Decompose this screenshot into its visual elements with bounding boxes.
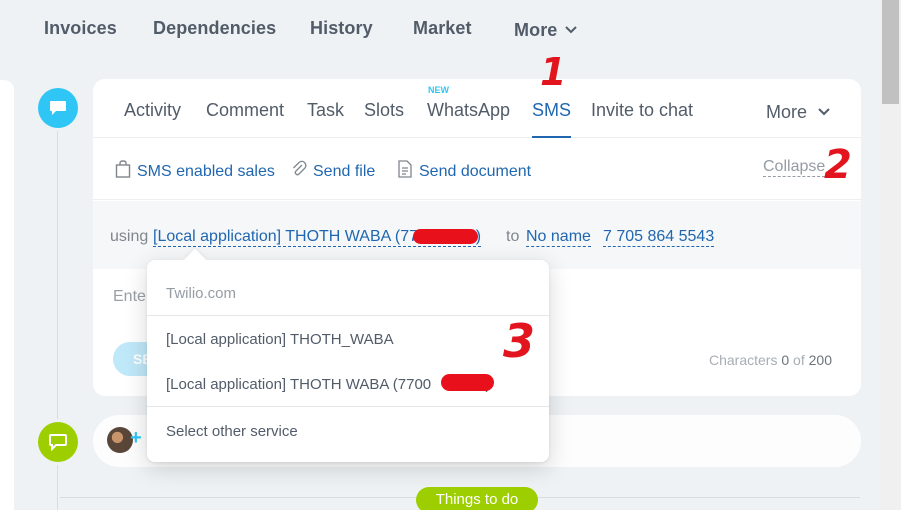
send-file-button[interactable]: Send file <box>291 160 375 183</box>
tab-sms[interactable]: SMS <box>532 100 572 138</box>
sms-enabled-sales-label: SMS enabled sales <box>137 162 275 180</box>
nav-history[interactable]: History <box>310 18 373 39</box>
timeline-comment-icon <box>38 422 78 462</box>
tab-more[interactable]: More <box>766 100 830 123</box>
collapse-link[interactable]: Collapse <box>763 158 826 177</box>
recipient-name-link[interactable]: No name <box>526 228 591 247</box>
paperclip-icon <box>291 160 313 183</box>
to-label: to <box>506 228 520 245</box>
tab-task[interactable]: Task <box>307 100 344 121</box>
tab-activity[interactable]: Activity <box>124 100 181 121</box>
scrollbar-thumb[interactable] <box>882 0 899 104</box>
tab-more-label: More <box>766 102 808 122</box>
tab-slots[interactable]: Slots <box>364 100 404 121</box>
tab-comment[interactable]: Comment <box>206 100 284 121</box>
tab-whatsapp[interactable]: WhatsApp <box>427 100 510 121</box>
nav-more[interactable]: More <box>514 18 578 41</box>
page-scrollbar[interactable] <box>880 0 901 510</box>
document-icon <box>397 160 419 183</box>
nav-more-label: More <box>514 20 558 40</box>
send-file-label: Send file <box>313 162 376 180</box>
dropdown-option-thoth-waba[interactable]: [Local application] THOTH_WABA <box>166 331 394 348</box>
characters-of: of <box>793 352 805 368</box>
send-document-label: Send document <box>419 162 532 180</box>
new-badge: NEW <box>428 85 449 95</box>
sms-enabled-sales-button[interactable]: SMS enabled sales <box>115 160 275 183</box>
tab-invite-to-chat[interactable]: Invite to chat <box>591 100 693 121</box>
shopping-bag-icon <box>115 160 137 183</box>
sender-dropdown-menu: Twilio.com [Local application] THOTH_WAB… <box>147 260 549 462</box>
timeline-chat-icon <box>38 88 78 128</box>
character-counter: Characters 0 of 200 <box>709 352 832 368</box>
recipient-phone-link[interactable]: 7 705 864 5543 <box>603 228 715 247</box>
characters-count: 0 <box>781 352 790 368</box>
characters-max: 200 <box>808 352 832 368</box>
top-navigation: Invoices Dependencies History Market Mor… <box>0 0 880 58</box>
nav-invoices[interactable]: Invoices <box>44 18 117 39</box>
using-label: using <box>110 228 149 245</box>
dropdown-header-twilio: Twilio.com <box>166 285 237 302</box>
chevron-down-icon <box>818 100 830 121</box>
left-column <box>0 80 14 510</box>
editor-tabs: Activity Comment Task Slots NEW WhatsApp… <box>93 79 861 138</box>
characters-label: Characters <box>709 352 778 368</box>
annotation-1: 1 <box>540 50 567 94</box>
sms-toolbar: SMS enabled sales Send file Send documen… <box>93 138 861 200</box>
dropdown-select-other-service[interactable]: Select other service <box>166 423 298 440</box>
chevron-down-icon <box>565 18 578 39</box>
nav-dependencies[interactable]: Dependencies <box>153 18 276 39</box>
add-participant-icon[interactable]: + <box>130 427 142 450</box>
redaction-mark <box>441 374 494 391</box>
annotation-3: 3 <box>503 314 536 368</box>
message-input[interactable]: Ente <box>113 288 146 306</box>
redaction-mark <box>413 229 478 244</box>
send-document-button[interactable]: Send document <box>397 160 531 183</box>
nav-market[interactable]: Market <box>413 18 472 39</box>
dropdown-divider <box>147 406 549 407</box>
dropdown-divider <box>147 315 549 316</box>
annotation-2: 2 <box>824 142 852 188</box>
things-to-do-badge: Things to do <box>416 487 538 510</box>
